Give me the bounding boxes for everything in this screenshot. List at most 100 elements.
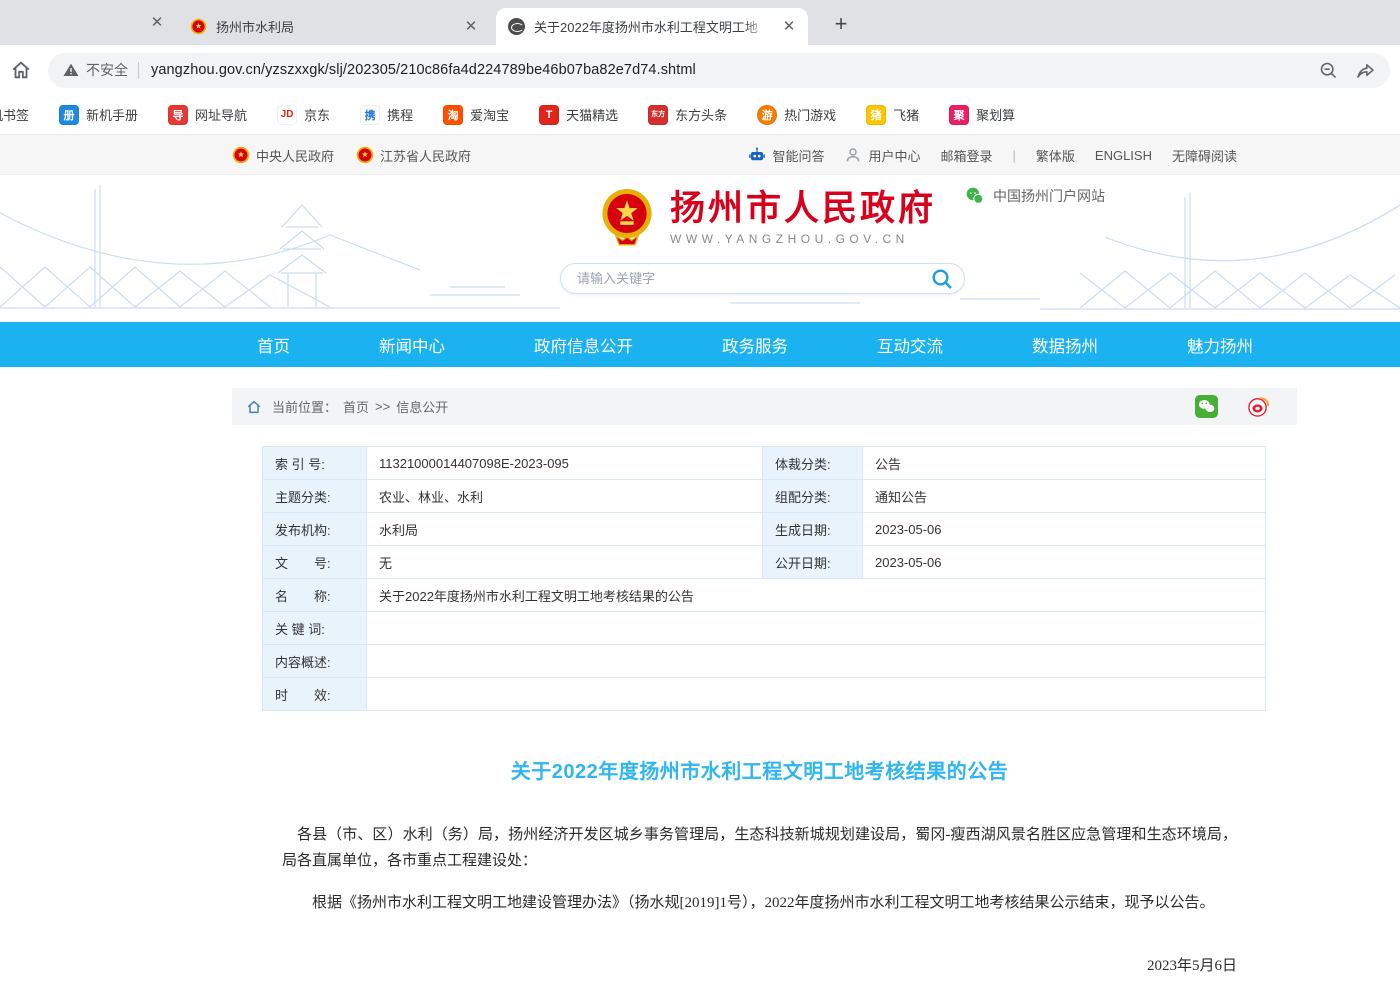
site-url: WWW.YANGZHOU.GOV.CN (670, 232, 936, 246)
link-label: ENGLISH (1095, 148, 1152, 163)
meta-label: 公开日期: (763, 546, 863, 579)
address-bar[interactable]: 不安全 yangzhou.gov.cn/yzszxxgk/slj/202305/… (48, 53, 1390, 88)
bookmark-label: 东方头条 (675, 105, 727, 124)
site-title: 扬州市人民政府 (670, 190, 936, 229)
bookmark-eastday[interactable]: 东方 东方头条 (648, 105, 727, 125)
bookmark-xinji-manual[interactable]: 册 新机手册 (59, 105, 138, 125)
meta-label: 组配分类: (763, 480, 863, 513)
link-label: 用户中心 (868, 146, 920, 165)
bookmark-ctrip[interactable]: 携 携程 (360, 105, 413, 125)
home-icon[interactable] (246, 399, 262, 415)
wechat-mini-icon (965, 186, 985, 206)
content-card: 当前位置： 首页 >> 信息公开 (232, 388, 1297, 997)
wechat-share-icon[interactable] (1195, 395, 1218, 418)
close-icon[interactable]: ✕ (462, 18, 480, 36)
meta-value (367, 678, 1266, 711)
site-logo[interactable]: 扬州市人民政府 WWW.YANGZHOU.GOV.CN (598, 189, 936, 247)
nav-info-disclosure[interactable]: 政府信息公开 (534, 333, 633, 357)
url-text[interactable]: yangzhou.gov.cn/yzszxxgk/slj/202305/210c… (151, 62, 1308, 78)
link-label: 繁体版 (1036, 146, 1075, 165)
meta-label: 发布机构: (263, 513, 367, 546)
meta-value: 11321000014407098E-2023-095 (367, 447, 763, 480)
warning-icon[interactable] (62, 61, 80, 79)
meta-label: 生成日期: (763, 513, 863, 546)
divider: | (1013, 148, 1016, 163)
new-tab-button[interactable]: + (826, 10, 856, 40)
link-traditional[interactable]: 繁体版 (1036, 146, 1075, 165)
weibo-share-icon[interactable] (1247, 395, 1270, 418)
jd-icon: JD (277, 105, 297, 125)
meta-label: 名 称: (263, 579, 367, 612)
nav-services[interactable]: 政务服务 (722, 333, 788, 357)
portal-label: 中国扬州门户网站 (993, 186, 1105, 206)
link-label: 邮箱登录 (940, 146, 992, 165)
juhuasuan-icon: 聚 (949, 105, 969, 125)
home-icon[interactable] (8, 57, 34, 83)
bookmark-jd[interactable]: JD 京东 (277, 105, 330, 125)
link-mail-login[interactable]: 邮箱登录 (940, 146, 992, 165)
metadata-table: 索 引 号: 11321000014407098E-2023-095 体裁分类:… (262, 446, 1266, 711)
tab-title: 扬州市水利局 (216, 17, 453, 36)
meta-value: 水利局 (367, 513, 763, 546)
table-row: 发布机构: 水利局 生成日期: 2023-05-06 (263, 513, 1266, 546)
search-icon[interactable] (930, 267, 954, 291)
link-jiangsu-gov[interactable]: 江苏省人民政府 (356, 146, 471, 165)
breadcrumb-current[interactable]: 信息公开 (396, 397, 448, 416)
breadcrumb-separator: >> (375, 399, 390, 414)
site-search (560, 263, 965, 294)
bookmark-label: 热门游戏 (784, 105, 836, 124)
robot-icon (748, 146, 766, 164)
link-label: 中央人民政府 (256, 146, 334, 165)
meta-label: 主题分类: (263, 480, 367, 513)
bookmark-label: 携程 (387, 105, 413, 124)
emblem-icon (356, 146, 374, 164)
link-user-center[interactable]: 用户中心 (844, 146, 920, 165)
nav-data[interactable]: 数据扬州 (1032, 333, 1098, 357)
tab-title: 关于2022年度扬州市水利工程文明工地 (534, 17, 771, 36)
meta-value: 无 (367, 546, 763, 579)
national-emblem-icon (598, 189, 656, 247)
bookmark-aitaobao[interactable]: 淘 爱淘宝 (443, 105, 509, 125)
link-smart-qa[interactable]: 智能问答 (748, 146, 824, 165)
search-input[interactable] (577, 271, 930, 286)
bookmark-hot-games[interactable]: 游 热门游戏 (757, 105, 836, 125)
bookmark-nav-site[interactable]: 导 网址导航 (168, 105, 247, 125)
portal-link[interactable]: 中国扬州门户网站 (965, 186, 1105, 206)
meta-value: 2023-05-06 (863, 513, 1266, 546)
meta-value (367, 612, 1266, 645)
table-row: 关 键 词: (263, 612, 1266, 645)
link-central-gov[interactable]: 中央人民政府 (232, 146, 334, 165)
browser-toolbar: 不安全 yangzhou.gov.cn/yzszxxgk/slj/202305/… (0, 45, 1400, 95)
link-label: 智能问答 (772, 146, 824, 165)
link-english[interactable]: ENGLISH (1095, 148, 1152, 163)
bookmark-phone[interactable]: 机书签 (0, 105, 29, 124)
meta-label: 关 键 词: (263, 612, 367, 645)
meta-value: 关于2022年度扬州市水利工程文明工地考核结果的公告 (367, 579, 1266, 612)
nav-news[interactable]: 新闻中心 (379, 333, 445, 357)
close-icon[interactable]: ✕ (148, 14, 166, 32)
table-row: 内容概述: (263, 645, 1266, 678)
breadcrumb-home-link[interactable]: 首页 (343, 397, 369, 416)
bookmark-juhuasuan[interactable]: 聚 聚划算 (949, 105, 1015, 125)
table-row: 索 引 号: 11321000014407098E-2023-095 体裁分类:… (263, 447, 1266, 480)
link-accessibility[interactable]: 无障碍阅读 (1172, 146, 1237, 165)
close-icon[interactable]: ✕ (780, 18, 798, 36)
table-row: 名 称: 关于2022年度扬州市水利工程文明工地考核结果的公告 (263, 579, 1266, 612)
bookmark-fliggy[interactable]: 猪 飞猪 (866, 105, 919, 125)
nav-home[interactable]: 首页 (257, 333, 290, 357)
tab-shuiliju[interactable]: 扬州市水利局 ✕ (178, 8, 490, 45)
bookmarks-bar: 机书签 册 新机手册 导 网址导航 JD 京东 携 携程 淘 爱淘宝 T 天猫精… (0, 95, 1400, 135)
eastday-icon: 东方 (648, 105, 668, 125)
nav-interaction[interactable]: 互动交流 (877, 333, 943, 357)
zoom-out-icon[interactable] (1318, 60, 1339, 81)
site-favicon-icon (508, 18, 525, 35)
tab-active-announcement[interactable]: 关于2022年度扬州市水利工程文明工地 ✕ (496, 8, 808, 45)
nav-charm[interactable]: 魅力扬州 (1187, 333, 1253, 357)
share-icon[interactable] (1355, 60, 1376, 81)
table-row: 主题分类: 农业、林业、水利 组配分类: 通知公告 (263, 480, 1266, 513)
meta-value (367, 645, 1266, 678)
article: 关于2022年度扬州市水利工程文明工地考核结果的公告 各县（市、区）水利（务）局… (232, 755, 1297, 997)
meta-label: 内容概述: (263, 645, 367, 678)
article-paragraph: 根据《扬州市水利工程文明工地建设管理办法》（扬水规[2019]1号），2022年… (282, 890, 1237, 916)
bookmark-tmall[interactable]: T 天猫精选 (539, 105, 618, 125)
